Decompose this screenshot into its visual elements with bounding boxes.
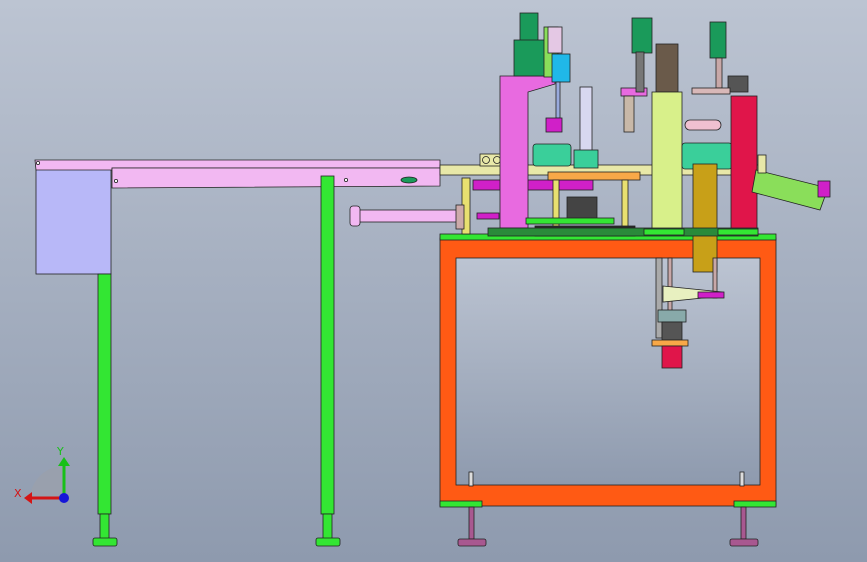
orange-plate	[547, 171, 641, 181]
push-cylinder	[358, 209, 464, 223]
motor-2-housing	[631, 17, 653, 54]
conveyor-foot-left	[92, 537, 118, 547]
gold-cylinder	[692, 163, 718, 273]
assembly-drawing: Y X	[0, 0, 867, 562]
red-column	[730, 95, 758, 233]
conveyor-slot	[400, 176, 418, 184]
frame-foot-left	[457, 538, 487, 547]
cad-viewport[interactable]: Y X	[0, 0, 867, 562]
x-axis-label: X	[14, 487, 22, 500]
yellow-green-column	[651, 91, 683, 235]
drum-left	[532, 143, 572, 167]
conveyor-leg-left	[97, 273, 112, 515]
frame-foot-right	[729, 538, 759, 547]
main-frame	[439, 233, 777, 547]
conveyor-foot-right	[315, 537, 341, 547]
conveyor-side-rail	[111, 167, 441, 189]
y-axis-label: Y	[56, 445, 64, 458]
cyan-block	[551, 53, 571, 83]
conveyor-leg-right	[320, 175, 335, 515]
motor-1-housing	[519, 12, 539, 42]
lower-motor	[661, 345, 683, 369]
z-axis-dot	[59, 493, 69, 503]
gearbox	[655, 43, 679, 93]
collection-hopper	[35, 166, 112, 275]
motor-3-housing	[709, 21, 727, 59]
